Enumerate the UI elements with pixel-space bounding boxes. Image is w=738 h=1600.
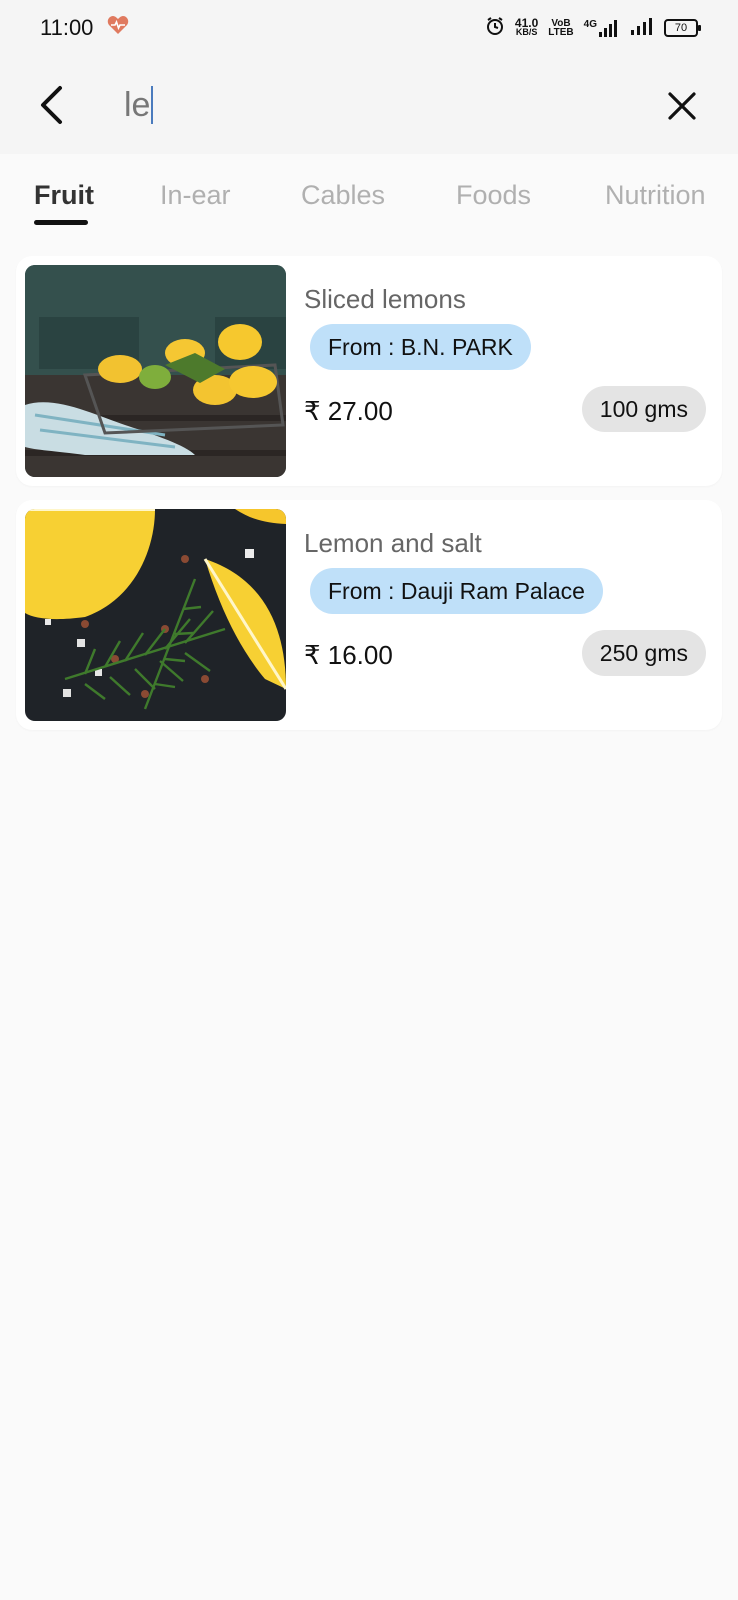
status-time: 11:00 [40, 15, 94, 40]
net-speed: 41.0 KB/S [515, 17, 538, 37]
product-price: ₹ 27.00 [304, 396, 393, 426]
volte-bottom: LTEB [548, 27, 574, 38]
results-list: Sliced lemons From : B.N. PARK ₹ 27.00 1… [16, 256, 722, 744]
status-right: 41.0 KB/S VoB LTEB 4G 70 [485, 16, 701, 41]
quantity-badge: 100 gms [581, 386, 706, 432]
status-left: 11:00 [40, 15, 129, 41]
clear-search-button[interactable] [662, 86, 702, 126]
network-type: 4G [583, 19, 597, 30]
tab-in-ear[interactable]: In-ear [160, 180, 231, 211]
volte-indicator: VoB LTEB [548, 19, 574, 38]
search-header: le [0, 56, 738, 154]
active-tab-indicator [34, 220, 88, 225]
signal-icon: 4G [584, 19, 620, 37]
seller-badge: From : B.N. PARK [310, 324, 531, 370]
product-title: Lemon and salt [304, 528, 482, 558]
net-speed-unit: KB/S [515, 27, 538, 37]
alarm-icon [485, 16, 505, 41]
tab-fruit[interactable]: Fruit [34, 180, 94, 211]
text-caret [151, 86, 154, 124]
battery-level: 70 [674, 22, 688, 34]
seller-badge: From : Dauji Ram Palace [310, 568, 603, 614]
heart-rate-icon [107, 15, 129, 41]
status-bar: 11:00 41.0 KB/S VoB LTEB 4G 70 [0, 0, 738, 56]
tab-nutrition[interactable]: Nutrition [605, 180, 706, 211]
chevron-left-icon [41, 86, 62, 124]
signal-icon-2 [630, 17, 654, 40]
search-input[interactable]: le [124, 80, 154, 130]
tab-foods[interactable]: Foods [456, 180, 531, 211]
product-title: Sliced lemons [304, 284, 466, 314]
category-tabs: Fruit In-ear Cables Foods Nutrition [0, 154, 738, 234]
product-price: ₹ 16.00 [304, 640, 393, 670]
battery-icon: 70 [664, 19, 701, 37]
product-image [25, 265, 286, 477]
search-query: le [124, 85, 151, 124]
close-icon [668, 92, 696, 120]
back-button[interactable] [34, 82, 68, 128]
list-item[interactable]: Lemon and salt From : Dauji Ram Palace ₹… [16, 500, 722, 730]
product-image [25, 509, 286, 721]
quantity-badge: 250 gms [581, 630, 706, 676]
list-item[interactable]: Sliced lemons From : B.N. PARK ₹ 27.00 1… [16, 256, 722, 486]
tab-cables[interactable]: Cables [301, 180, 385, 211]
